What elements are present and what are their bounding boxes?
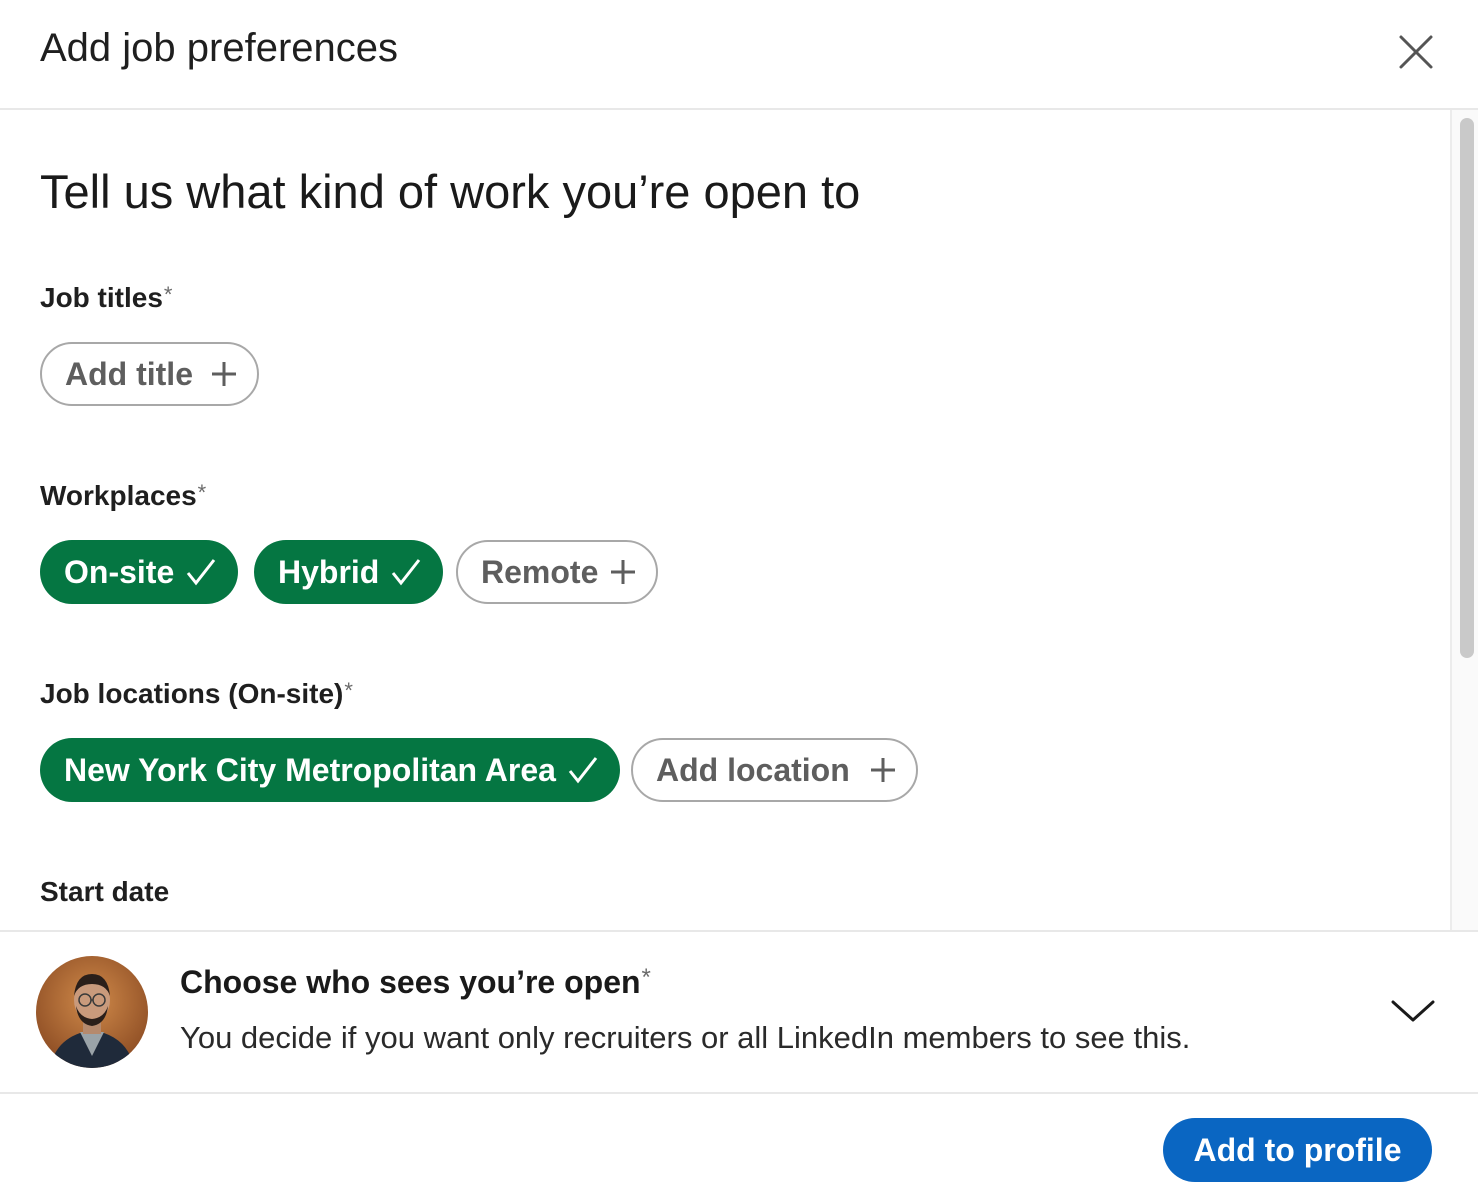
preferences-form: Tell us what kind of work you’re open to…	[0, 110, 1450, 930]
location-chip-label: New York City Metropolitan Area	[64, 751, 556, 788]
add-to-profile-button[interactable]: Add to profile	[1163, 1118, 1432, 1182]
workplace-hybrid-label: Hybrid	[278, 553, 380, 590]
close-button[interactable]	[1392, 28, 1440, 76]
plus-icon	[611, 560, 636, 584]
add-title-button[interactable]: Add title	[40, 342, 259, 406]
visibility-title: Choose who sees you’re open*	[180, 964, 651, 1000]
scrollbar-thumb[interactable]	[1460, 118, 1474, 658]
add-title-label: Add title	[65, 355, 193, 392]
add-location-label: Add location	[656, 751, 850, 788]
check-icon	[187, 559, 216, 586]
location-chip-nyc[interactable]: New York City Metropolitan Area	[40, 738, 620, 802]
workplaces-label: Workplaces*	[40, 480, 207, 511]
plus-icon	[870, 758, 895, 782]
visibility-selector[interactable]: Choose who sees you’re open* You decide …	[0, 930, 1478, 1094]
modal-header: Add job preferences	[0, 0, 1478, 110]
visibility-description: You decide if you want only recruiters o…	[180, 1020, 1191, 1055]
check-icon	[568, 757, 598, 784]
workplace-remote-chip[interactable]: Remote	[456, 540, 659, 604]
chevron-down-icon[interactable]	[1390, 996, 1436, 1026]
add-location-button[interactable]: Add location	[631, 738, 918, 802]
modal-title: Add job preferences	[40, 26, 399, 70]
workplace-onsite-chip[interactable]: On-site	[40, 540, 239, 604]
job-titles-label: Job titles*	[40, 282, 173, 313]
workplace-remote-label: Remote	[481, 553, 599, 590]
start-date-label: Start date	[40, 876, 170, 907]
plus-icon	[211, 362, 236, 386]
check-icon	[392, 559, 421, 586]
workplace-onsite-label: On-site	[64, 553, 175, 590]
job-locations-label: Job locations (On-site)*	[40, 678, 353, 709]
content-scrollbar[interactable]	[1450, 110, 1478, 930]
workplace-hybrid-chip[interactable]: Hybrid	[254, 540, 444, 604]
avatar	[36, 956, 148, 1068]
page-heading: Tell us what kind of work you’re open to	[40, 165, 861, 218]
close-icon	[1399, 35, 1433, 69]
